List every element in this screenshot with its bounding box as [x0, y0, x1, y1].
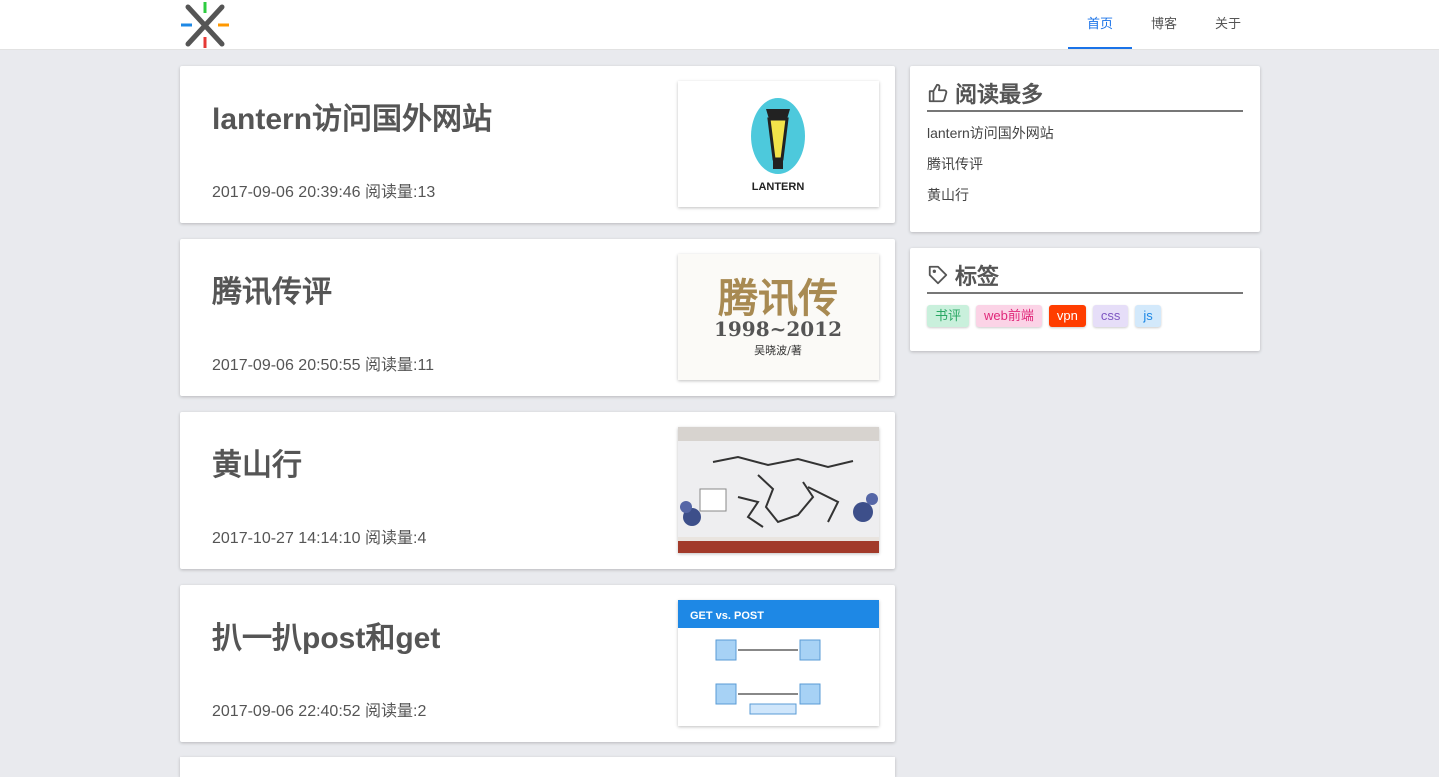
post-title[interactable]: 腾讯传评 [212, 267, 332, 311]
post-meta: 2017-09-06 20:39:46 阅读量:13 [212, 184, 436, 201]
panel-header: 阅读最多 [927, 76, 1243, 112]
diagram-title-text: GET vs. POST [690, 610, 764, 622]
post-meta: 2017-10-27 14:14:10 阅读量:4 [212, 530, 427, 547]
most-read-panel: 阅读最多 lantern访问国外网站 腾讯传评 黄山行 [910, 66, 1260, 232]
post-thumbnail[interactable]: LANTERN [678, 81, 879, 207]
most-read-link[interactable]: lantern访问国外网站 [927, 124, 1054, 155]
tags-panel: 标签 书评 web前端 vpn css js [910, 248, 1260, 351]
post-card[interactable]: 黄山行 2017-10-27 14:14:10 阅读量:4 [180, 412, 895, 569]
panel-title: 标签 [955, 264, 1000, 289]
nav-item-home[interactable]: 首页 [1068, 0, 1132, 49]
panel-header: 标签 [927, 258, 1243, 294]
lantern-logo-text: LANTERN [752, 181, 805, 193]
tag-list: 书评 web前端 vpn css js [927, 305, 1168, 327]
most-read-list: lantern访问国外网站 腾讯传评 黄山行 [927, 124, 1054, 217]
site-logo[interactable] [180, 2, 230, 48]
tag-icon [928, 265, 948, 285]
book-author-text: 吴晓波/著 [754, 343, 802, 357]
post-card[interactable]: 腾讯传评 2017-09-06 20:50:55 阅读量:11 腾讯传 1998… [180, 239, 895, 396]
tag-chip[interactable]: css [1092, 305, 1129, 327]
post-title[interactable]: 黄山行 [212, 440, 302, 484]
post-title[interactable]: lantern访问国外网站 [212, 94, 492, 138]
book-title-text: 腾讯传 [718, 275, 838, 322]
post-card[interactable]: 扒一扒post和get 2017-09-06 22:40:52 阅读量:2 GE… [180, 585, 895, 742]
post-meta: 2017-09-06 20:50:55 阅读量:11 [212, 357, 435, 374]
post-card[interactable] [180, 757, 895, 777]
panel-title: 阅读最多 [955, 82, 1044, 107]
nav-item-about[interactable]: 关于 [1196, 0, 1260, 49]
post-thumbnail[interactable]: 腾讯传 1998~2012 吴晓波/著 [678, 254, 879, 380]
post-thumbnail[interactable] [678, 427, 879, 553]
nav-item-blog[interactable]: 博客 [1132, 0, 1196, 49]
tag-chip[interactable]: web前端 [976, 305, 1042, 327]
most-read-link[interactable]: 腾讯传评 [927, 155, 1054, 186]
post-thumbnail[interactable]: GET vs. POST [678, 600, 879, 726]
tag-chip[interactable]: vpn [1048, 305, 1086, 327]
tag-chip[interactable]: js [1135, 305, 1161, 327]
main-nav: 首页 博客 关于 [1068, 0, 1260, 49]
most-read-link[interactable]: 黄山行 [927, 186, 1054, 217]
post-meta: 2017-09-06 22:40:52 阅读量:2 [212, 703, 427, 720]
top-header: 首页 博客 关于 [0, 0, 1439, 50]
book-years-text: 1998~2012 [714, 317, 842, 341]
tag-chip[interactable]: 书评 [927, 305, 970, 327]
post-title[interactable]: 扒一扒post和get [212, 613, 440, 657]
post-card[interactable]: lantern访问国外网站 2017-09-06 20:39:46 阅读量:13… [180, 66, 895, 223]
thumbs-up-icon [928, 83, 948, 103]
